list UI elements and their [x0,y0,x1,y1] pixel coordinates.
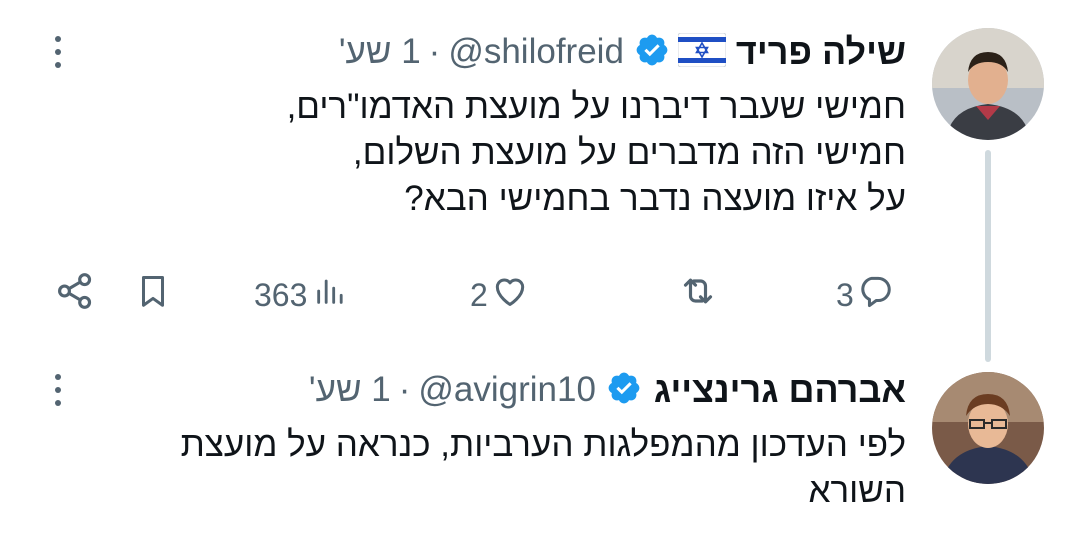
reply-author-handle[interactable]: @avigrin10 [418,370,596,410]
israel-flag-icon [677,32,727,72]
separator-dot: · [398,370,411,409]
reply-icon [856,272,894,318]
separator-dot: · [428,32,441,71]
reply-text: לפי העדכון מהמפלגות הערביות, כנראה על מו… [46,422,906,514]
thread-line [985,150,991,362]
more-options-icon[interactable] [48,26,68,78]
views-icon [313,274,347,316]
reply-author-avatar[interactable] [932,372,1044,484]
heart-icon [490,272,530,318]
more-options-icon[interactable] [48,364,68,416]
retweet-icon [676,271,720,319]
author-name[interactable]: שילה פריד [736,31,906,73]
author-avatar[interactable] [932,28,1044,140]
like-button[interactable]: 2 [470,270,530,320]
reply-text-line: לפי העדכון מהמפלגות הערביות, כנראה על מו… [180,425,906,464]
tweet-header: שילה פריד @shilofreid · 1 שע' [339,26,906,78]
tweet-time[interactable]: 1 שע' [339,32,421,72]
reply-text-line: השורא [808,471,907,510]
bookmark-button[interactable] [134,270,172,320]
tweet-text-line: חמישי שעבר דיברנו על מועצת האדמו"רים, [286,87,906,126]
reply-header: אברהם גרינצייג @avigrin10 · 1 שע' [309,364,906,416]
retweet-button[interactable] [676,270,720,320]
tweet-text: חמישי שעבר דיברנו על מועצת האדמו"רים, חמ… [66,84,906,222]
bookmark-icon [134,271,172,319]
verified-badge-icon[interactable] [606,370,642,411]
reply-time[interactable]: 1 שע' [309,370,391,410]
share-button[interactable] [54,270,96,320]
reply-button[interactable]: 3 [836,270,894,320]
tweet-text-line: על איזו מועצה נדבר בחמישי הבא? [404,179,906,218]
views-button[interactable]: 363 [254,270,347,320]
author-handle[interactable]: @shilofreid [448,32,624,72]
tweet-actions: 3 2 363 [0,270,1080,320]
share-icon [54,270,96,320]
like-count: 2 [470,276,488,313]
reply-count: 3 [836,276,854,313]
verified-badge-icon[interactable] [634,32,670,73]
reply-author-name[interactable]: אברהם גרינצייג [654,369,906,411]
views-count: 363 [254,276,308,313]
tweet-text-line: חמישי הזה מדברים על מועצת השלום, [352,133,906,172]
